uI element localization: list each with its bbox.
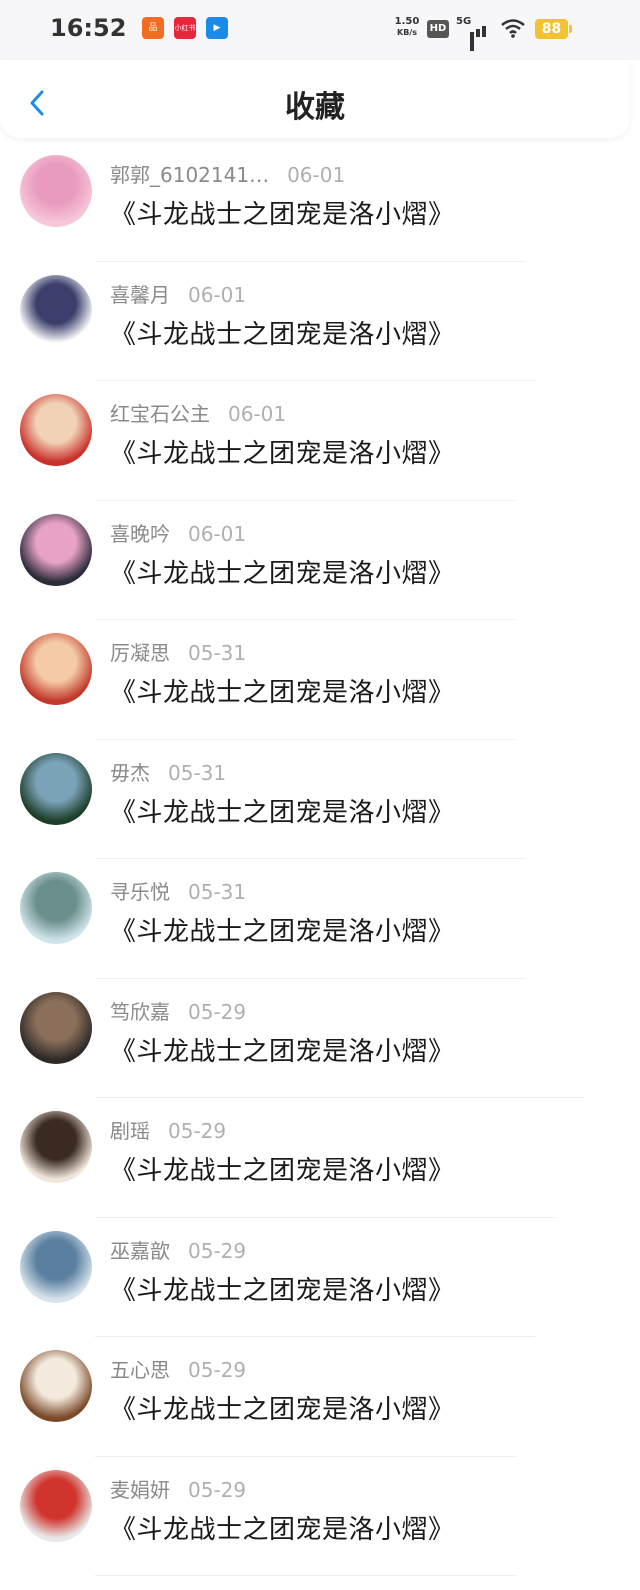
list-item[interactable]: 麦娟妍 05-29 《斗龙战士之团宠是洛小熠》: [0, 1457, 640, 1576]
list-item[interactable]: 五心思 05-29 《斗龙战士之团宠是洛小熠》: [0, 1337, 640, 1457]
book-title[interactable]: 《斗龙战士之团宠是洛小熠》: [110, 1270, 455, 1307]
status-time: 16:52: [50, 14, 127, 42]
username[interactable]: 寻乐悦: [110, 880, 170, 904]
item-meta: 喜晚吟 06-01: [110, 518, 246, 547]
hd-icon: HD: [427, 20, 449, 38]
date: 05-31: [188, 880, 247, 904]
list-item[interactable]: 厉凝思 05-31 《斗龙战士之团宠是洛小熠》: [0, 620, 640, 740]
item-meta: 剧瑶 05-29: [110, 1115, 226, 1144]
favorites-list: 郭郭_6102141… 06-01 《斗龙战士之团宠是洛小熠》 喜馨月 06-01 《斗龙…: [0, 142, 640, 1576]
item-meta: 笃欣嘉 05-29: [110, 996, 246, 1025]
book-title[interactable]: 《斗龙战士之团宠是洛小熠》: [110, 792, 455, 829]
network-type: 5G: [456, 16, 472, 27]
avatar[interactable]: [20, 633, 92, 705]
list-item[interactable]: 喜晚吟 06-01 《斗龙战士之团宠是洛小熠》: [0, 501, 640, 620]
network-speed-value: 1.50: [394, 16, 420, 27]
username[interactable]: 喜晚吟: [110, 522, 170, 546]
avatar[interactable]: [20, 1350, 92, 1422]
network-speed: 1.50 KB/s: [392, 16, 422, 38]
book-title[interactable]: 《斗龙战士之团宠是洛小熠》: [110, 1389, 455, 1426]
date: 05-29: [168, 1119, 227, 1143]
date: 05-29: [188, 999, 247, 1024]
book-title[interactable]: 《斗龙战士之团宠是洛小熠》: [110, 433, 455, 470]
username[interactable]: 剧瑶: [110, 1119, 150, 1143]
avatar[interactable]: [20, 991, 92, 1064]
username[interactable]: 毋杰: [110, 761, 150, 785]
item-meta: 红宝石公主 06-01: [110, 398, 286, 427]
page-title: 收藏: [285, 90, 345, 125]
date: 06-01: [188, 521, 247, 546]
date: 06-01: [188, 282, 247, 307]
list-item[interactable]: 剧瑶 05-29 《斗龙战士之团宠是洛小熠》: [0, 1098, 640, 1218]
item-meta: 麦娟妍 05-29: [110, 1474, 246, 1503]
battery-icon: 88: [535, 19, 572, 39]
book-title[interactable]: 《斗龙战士之团宠是洛小熠》: [110, 911, 455, 948]
book-title[interactable]: 《斗龙战士之团宠是洛小熠》: [110, 1509, 455, 1546]
network-speed-unit: KB/s: [397, 28, 417, 37]
avatar[interactable]: [20, 752, 92, 825]
list-item[interactable]: 郭郭_6102141… 06-01 《斗龙战士之团宠是洛小熠》: [0, 142, 640, 262]
book-title[interactable]: 《斗龙战士之团宠是洛小熠》: [110, 1150, 455, 1187]
avatar[interactable]: [20, 872, 92, 944]
date: 05-31: [168, 760, 227, 785]
book-title[interactable]: 《斗龙战士之团宠是洛小熠》: [110, 314, 455, 351]
avatar[interactable]: [20, 1469, 92, 1542]
username[interactable]: 巫嘉歆: [110, 1239, 170, 1263]
item-meta: 寻乐悦 05-31: [110, 876, 246, 905]
signal-icon: 5G: [456, 16, 492, 51]
list-item[interactable]: 巫嘉歆 05-29 《斗龙战士之团宠是洛小熠》: [0, 1218, 640, 1337]
date: 06-01: [287, 163, 346, 187]
username[interactable]: 笃欣嘉: [110, 1000, 170, 1024]
avatar[interactable]: [20, 274, 92, 347]
avatar[interactable]: [20, 394, 92, 466]
item-meta: 巫嘉歆 05-29: [110, 1235, 246, 1264]
book-title[interactable]: 《斗龙战士之团宠是洛小熠》: [110, 553, 455, 590]
date: 06-01: [228, 402, 287, 426]
date: 05-29: [188, 1477, 247, 1502]
username[interactable]: 红宝石公主: [110, 402, 210, 426]
username[interactable]: 郭郭_6102141…: [110, 163, 269, 187]
header-bar: 收藏: [0, 60, 630, 138]
avatar[interactable]: [20, 513, 92, 586]
list-item[interactable]: 喜馨月 06-01 《斗龙战士之团宠是洛小熠》: [0, 262, 640, 381]
username[interactable]: 五心思: [110, 1358, 170, 1382]
date: 05-29: [188, 1238, 247, 1263]
wifi-icon: [501, 19, 525, 38]
item-meta: 厉凝思 05-31: [110, 637, 246, 666]
date: 05-31: [188, 641, 247, 665]
avatar[interactable]: [20, 1111, 92, 1183]
username[interactable]: 喜馨月: [110, 283, 170, 307]
item-meta: 毋杰 05-31: [110, 757, 226, 786]
username[interactable]: 麦娟妍: [110, 1478, 170, 1502]
item-meta: 喜馨月 06-01: [110, 279, 246, 308]
book-title[interactable]: 《斗龙战士之团宠是洛小熠》: [110, 1031, 455, 1068]
avatar[interactable]: [20, 155, 92, 227]
username[interactable]: 厉凝思: [110, 641, 170, 665]
notification-app-icon: 品: [142, 17, 164, 39]
item-meta: 郭郭_6102141… 06-01: [110, 159, 345, 188]
book-title[interactable]: 《斗龙战士之团宠是洛小熠》: [110, 672, 455, 709]
divider: [95, 1575, 515, 1576]
list-item[interactable]: 寻乐悦 05-31 《斗龙战士之团宠是洛小熠》: [0, 859, 640, 979]
date: 05-29: [188, 1358, 247, 1382]
notification-app-icon: ▶: [206, 17, 228, 39]
list-item[interactable]: 红宝石公主 06-01 《斗龙战士之团宠是洛小熠》: [0, 381, 640, 501]
list-item[interactable]: 毋杰 05-31 《斗龙战士之团宠是洛小熠》: [0, 740, 640, 859]
list-item[interactable]: 笃欣嘉 05-29 《斗龙战士之团宠是洛小熠》: [0, 979, 640, 1098]
item-meta: 五心思 05-29: [110, 1354, 246, 1383]
avatar[interactable]: [20, 1230, 92, 1303]
notification-app-icon: 小红书: [174, 17, 196, 39]
book-title[interactable]: 《斗龙战士之团宠是洛小熠》: [110, 194, 455, 231]
status-bar: 16:52 品 小红书 ▶ 1.50 KB/s HD 5G 88: [0, 0, 640, 60]
